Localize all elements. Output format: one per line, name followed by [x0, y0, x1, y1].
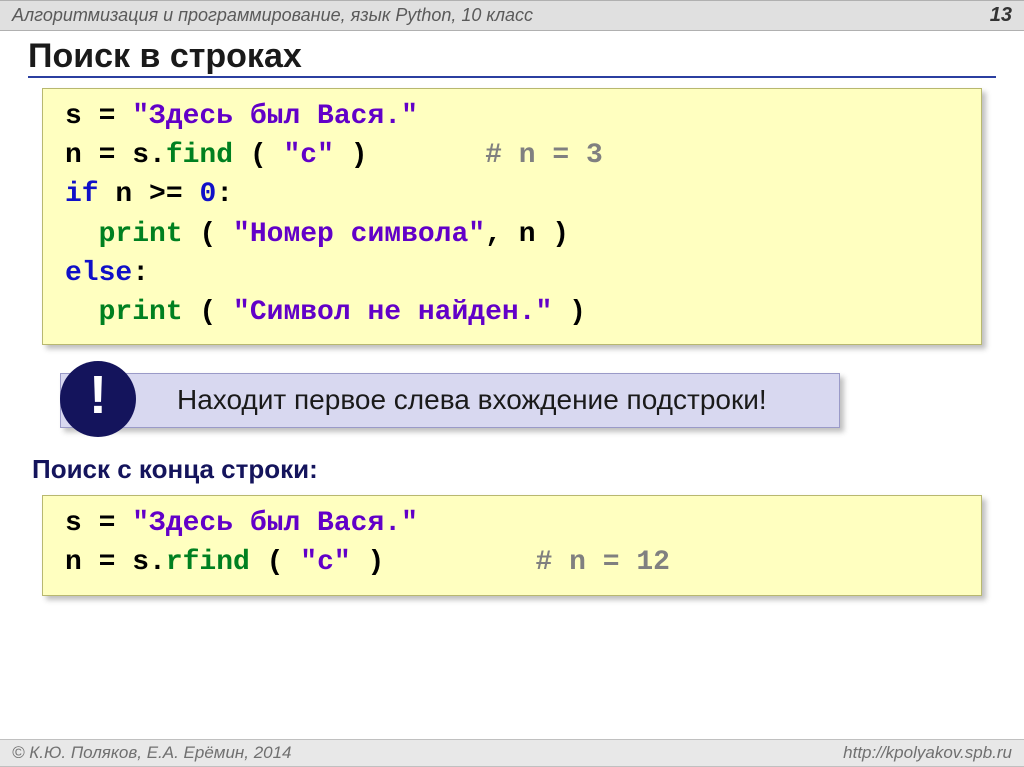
code-text: ( [233, 140, 283, 171]
code-string: "Номер символа" [233, 219, 485, 250]
code-text: ) [334, 140, 485, 171]
code-text: s = [65, 508, 132, 539]
code-text: n = s. [65, 140, 166, 171]
code-block-find: s = "Здесь был Вася." n = s.find ( "с" )… [42, 88, 982, 345]
url-label: http://kpolyakov.spb.ru [843, 743, 1012, 763]
code-string: "Символ не найден." [233, 297, 552, 328]
code-keyword: if [65, 179, 99, 210]
slide-content: Поиск в строках s = "Здесь был Вася." n … [0, 31, 1024, 596]
code-text: ) [351, 547, 536, 578]
code-string: "с" [300, 547, 350, 578]
code-string: "Здесь был Вася." [132, 508, 418, 539]
code-string: "с" [283, 140, 333, 171]
page-title: Поиск в строках [28, 37, 996, 78]
code-text: ( [250, 547, 300, 578]
code-text: ( [183, 297, 233, 328]
exclamation-icon: ! [60, 361, 136, 437]
code-number: 0 [199, 179, 216, 210]
page-number: 13 [990, 4, 1012, 27]
code-block-rfind: s = "Здесь был Вася." n = s.rfind ( "с" … [42, 495, 982, 595]
code-indent [65, 297, 99, 328]
code-text: : [132, 258, 149, 289]
header-bar: Алгоритмизация и программирование, язык … [0, 0, 1024, 31]
code-function: rfind [166, 547, 250, 578]
code-text: ) [552, 297, 586, 328]
code-comment: # n = 3 [485, 140, 603, 171]
code-function: print [99, 297, 183, 328]
subject-label: Алгоритмизация и программирование, язык … [12, 5, 533, 26]
code-text: , n ) [485, 219, 569, 250]
footer-bar: © К.Ю. Поляков, Е.А. Ерёмин, 2014 http:/… [0, 739, 1024, 767]
code-text: n = s. [65, 547, 166, 578]
code-text: ( [183, 219, 233, 250]
code-function: find [166, 140, 233, 171]
code-text: n >= [99, 179, 200, 210]
code-function: print [99, 219, 183, 250]
code-text: : [216, 179, 233, 210]
code-keyword: else [65, 258, 132, 289]
code-comment: # n = 12 [536, 547, 670, 578]
code-indent [65, 219, 99, 250]
callout-text: Находит первое слева вхождение подстроки… [177, 384, 767, 415]
subheading: Поиск с конца строки: [32, 454, 996, 485]
code-string: "Здесь был Вася." [132, 101, 418, 132]
code-text: s = [65, 101, 132, 132]
callout-box: Находит первое слева вхождение подстроки… [60, 373, 840, 428]
callout-container: ! Находит первое слева вхождение подстро… [60, 373, 996, 428]
author-label: © К.Ю. Поляков, Е.А. Ерёмин, 2014 [12, 743, 292, 763]
